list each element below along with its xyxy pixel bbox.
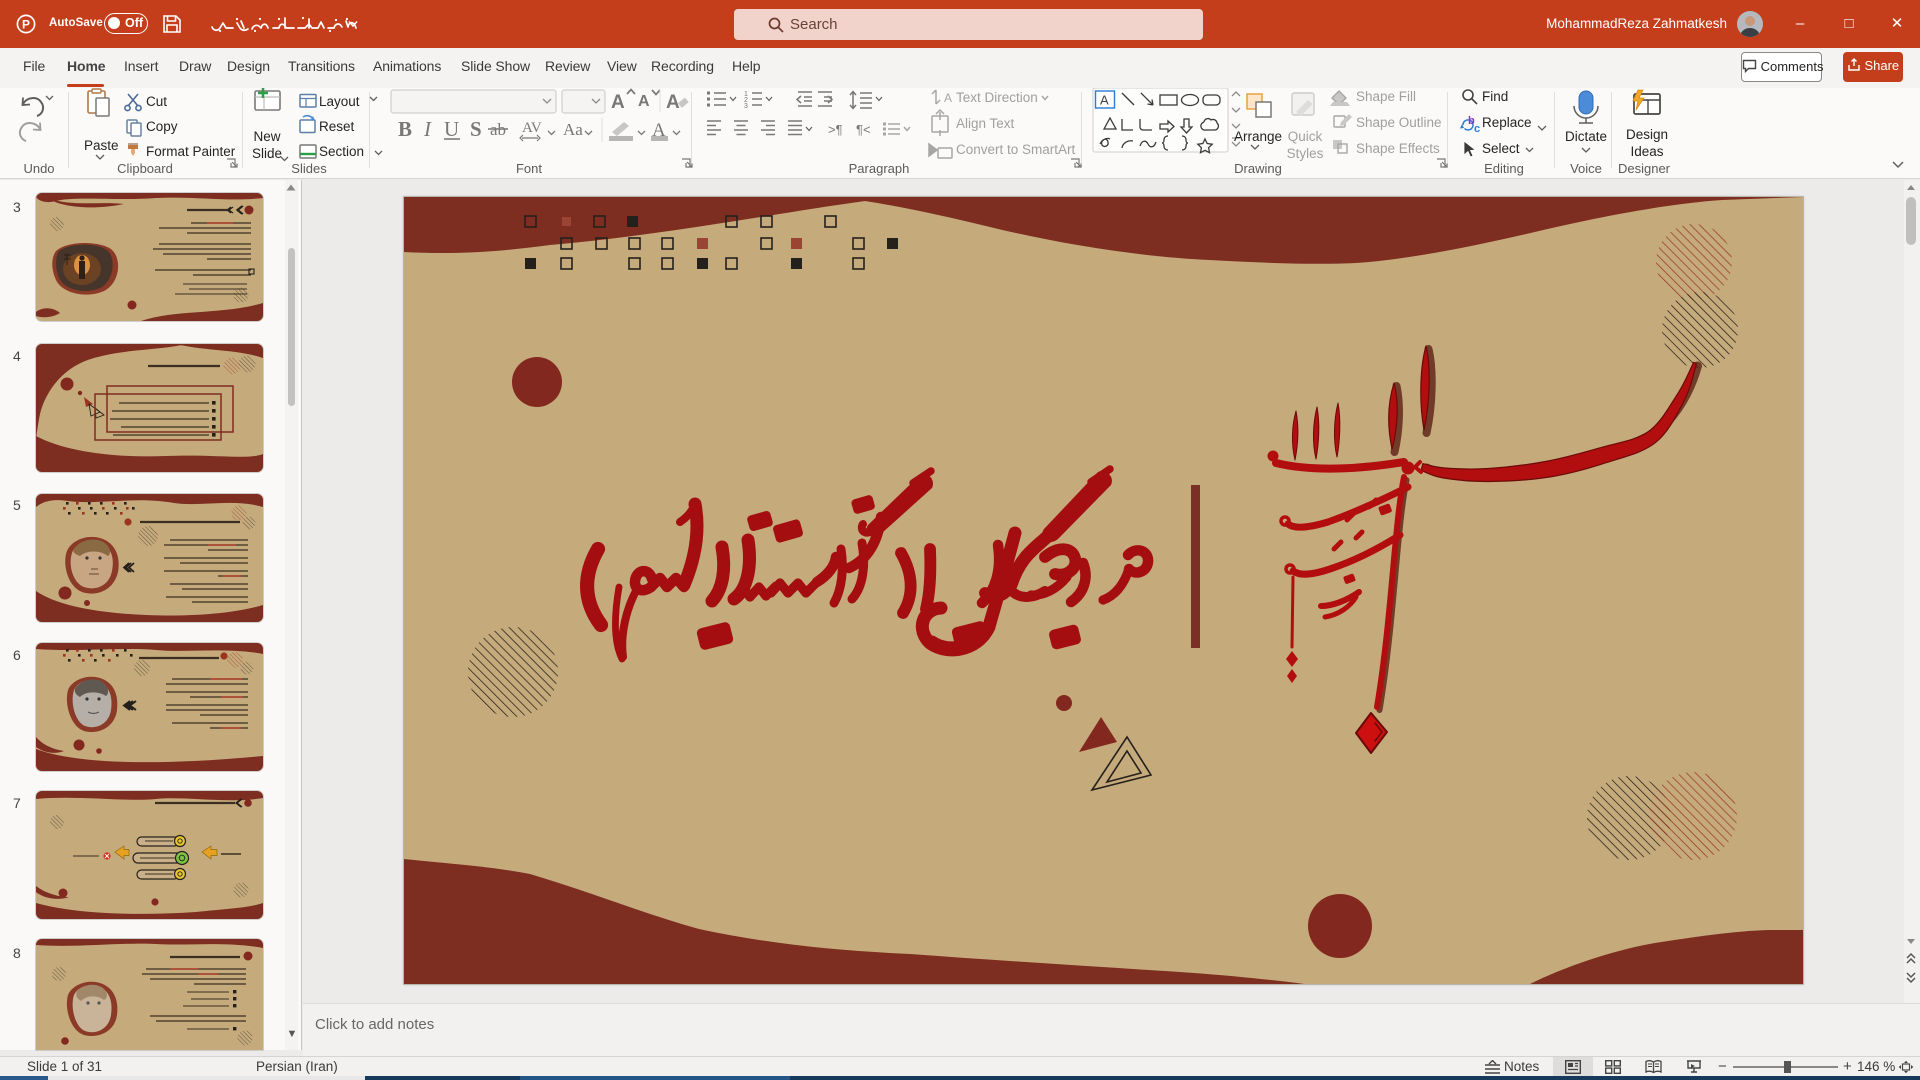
svg-text:S: S <box>470 117 482 141</box>
svg-text:I: I <box>423 117 432 141</box>
svg-text:A: A <box>638 93 650 110</box>
svg-text:3: 3 <box>744 103 748 110</box>
svg-text:U: U <box>444 117 459 141</box>
svg-text:¶<: ¶< <box>856 122 871 137</box>
svg-text:B: B <box>398 117 412 141</box>
svg-text:A: A <box>1100 93 1109 108</box>
svg-text:>¶: >¶ <box>828 122 843 137</box>
svg-text:A: A <box>666 92 680 113</box>
svg-text:A: A <box>611 92 625 113</box>
svg-text:c: c <box>1474 123 1480 135</box>
svg-text:A: A <box>944 91 952 105</box>
svg-text:AV: AV <box>522 120 542 136</box>
svg-text:P: P <box>22 18 30 32</box>
svg-text:Aa: Aa <box>563 120 583 139</box>
